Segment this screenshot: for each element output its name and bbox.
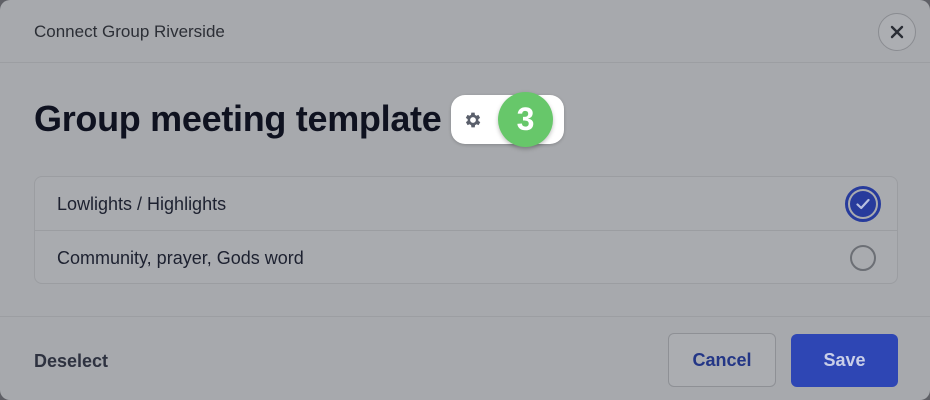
- modal-footer: Deselect Cancel Save: [0, 316, 930, 400]
- save-button[interactable]: Save: [791, 334, 898, 387]
- modal-header: Connect Group Riverside: [0, 0, 930, 63]
- close-icon: [890, 25, 904, 39]
- deselect-button[interactable]: Deselect: [34, 351, 108, 372]
- list-item[interactable]: Lowlights / Highlights: [35, 177, 897, 231]
- option-label: Lowlights / Highlights: [57, 194, 227, 214]
- option-label: Community, prayer, Gods word: [57, 248, 304, 268]
- close-button[interactable]: [878, 13, 916, 51]
- radio-selected[interactable]: [845, 186, 881, 222]
- list-item[interactable]: Community, prayer, Gods word: [35, 231, 897, 283]
- template-modal: Connect Group Riverside Group meeting te…: [0, 0, 930, 400]
- modal-title: Connect Group Riverside: [34, 22, 225, 41]
- page-title: Group meeting template: [34, 98, 442, 139]
- gear-icon: [465, 112, 481, 128]
- radio-unselected[interactable]: [850, 245, 876, 271]
- step-badge: 3: [498, 92, 553, 147]
- check-icon: [856, 198, 870, 210]
- cancel-button[interactable]: Cancel: [668, 333, 776, 387]
- template-options-list: Lowlights / Highlights Community, prayer…: [34, 176, 898, 284]
- radio-selected-fill: [850, 191, 876, 217]
